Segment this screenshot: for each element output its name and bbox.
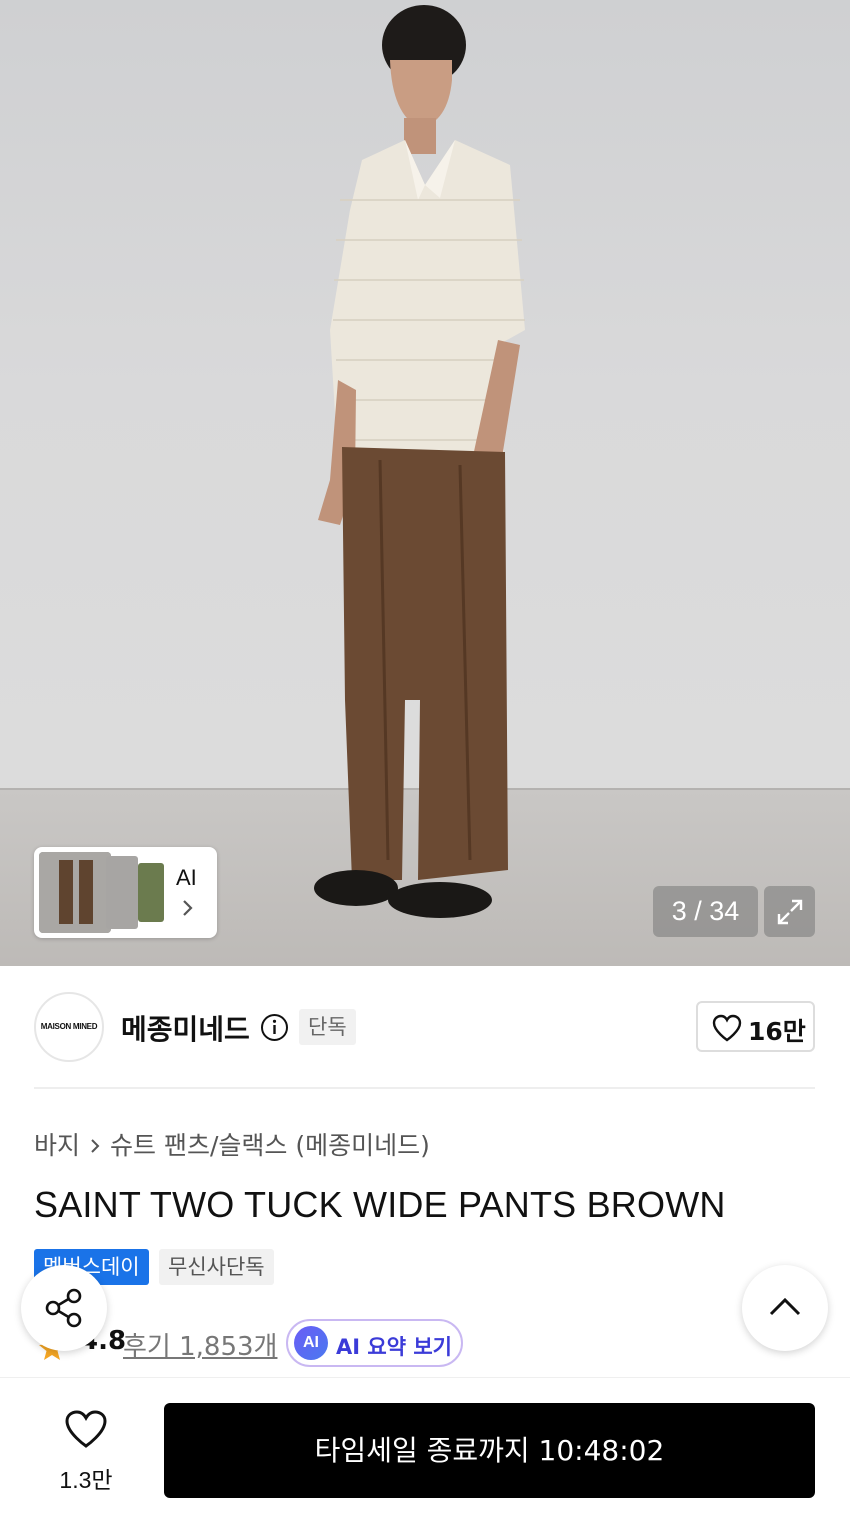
thumbnail-image-3[interactable] xyxy=(138,863,164,922)
heart-icon xyxy=(712,1014,742,1042)
product-like-count: 1.3만 xyxy=(59,1467,113,1493)
thumbnail-image-1[interactable] xyxy=(39,852,111,933)
ai-thumbnail-strip[interactable]: AI xyxy=(34,847,217,938)
image-counter: 3 / 34 xyxy=(653,886,758,937)
timesale-buy-button[interactable]: 타임세일 종료까지 10:48:02 xyxy=(164,1403,815,1498)
brand-like-button[interactable]: 16만 xyxy=(696,1001,815,1052)
product-like-button[interactable]: 1.3만 xyxy=(44,1405,128,1495)
chevron-right-icon xyxy=(90,1131,100,1160)
chevron-right-icon xyxy=(182,899,194,921)
expand-button[interactable] xyxy=(764,886,815,937)
chevron-up-icon xyxy=(769,1297,801,1316)
heart-icon xyxy=(65,1410,107,1448)
expand-icon xyxy=(777,899,803,925)
review-count-link[interactable]: 후기 1,853개 xyxy=(123,1326,277,1363)
brand-name[interactable]: 메종미네드 xyxy=(121,1008,250,1048)
musinsa-exclusive-badge: 무신사단독 xyxy=(159,1249,274,1285)
share-button[interactable] xyxy=(21,1265,107,1351)
thumbnail-image-2[interactable] xyxy=(106,856,138,929)
exclusive-tag: 단독 xyxy=(299,1009,356,1045)
divider xyxy=(34,1087,815,1089)
info-icon[interactable] xyxy=(260,1013,289,1046)
breadcrumb-level1[interactable]: 바지 xyxy=(34,1131,80,1160)
share-icon xyxy=(45,1288,82,1328)
ai-thumb-label: AI xyxy=(176,865,197,890)
brand-logo[interactable]: MAISON MINED xyxy=(34,992,104,1062)
breadcrumb-level2[interactable]: 슈트 팬츠/슬랙스 (메종미네드) xyxy=(110,1131,430,1160)
ai-summary-label: AI 요약 보기 xyxy=(336,1335,452,1359)
product-image[interactable]: AI 3 / 34 xyxy=(0,0,850,966)
ai-icon: AI xyxy=(294,1326,328,1360)
brand-like-count: 16만 xyxy=(748,1017,806,1046)
scroll-top-button[interactable] xyxy=(742,1265,828,1351)
breadcrumb: 바지 슈트 팬츠/슬랙스 (메종미네드) xyxy=(34,1126,430,1162)
ai-summary-button[interactable]: AI AI 요약 보기 xyxy=(286,1319,463,1367)
model-figure xyxy=(314,5,525,918)
product-title: SAINT TWO TUCK WIDE PANTS BROWN xyxy=(34,1184,726,1225)
